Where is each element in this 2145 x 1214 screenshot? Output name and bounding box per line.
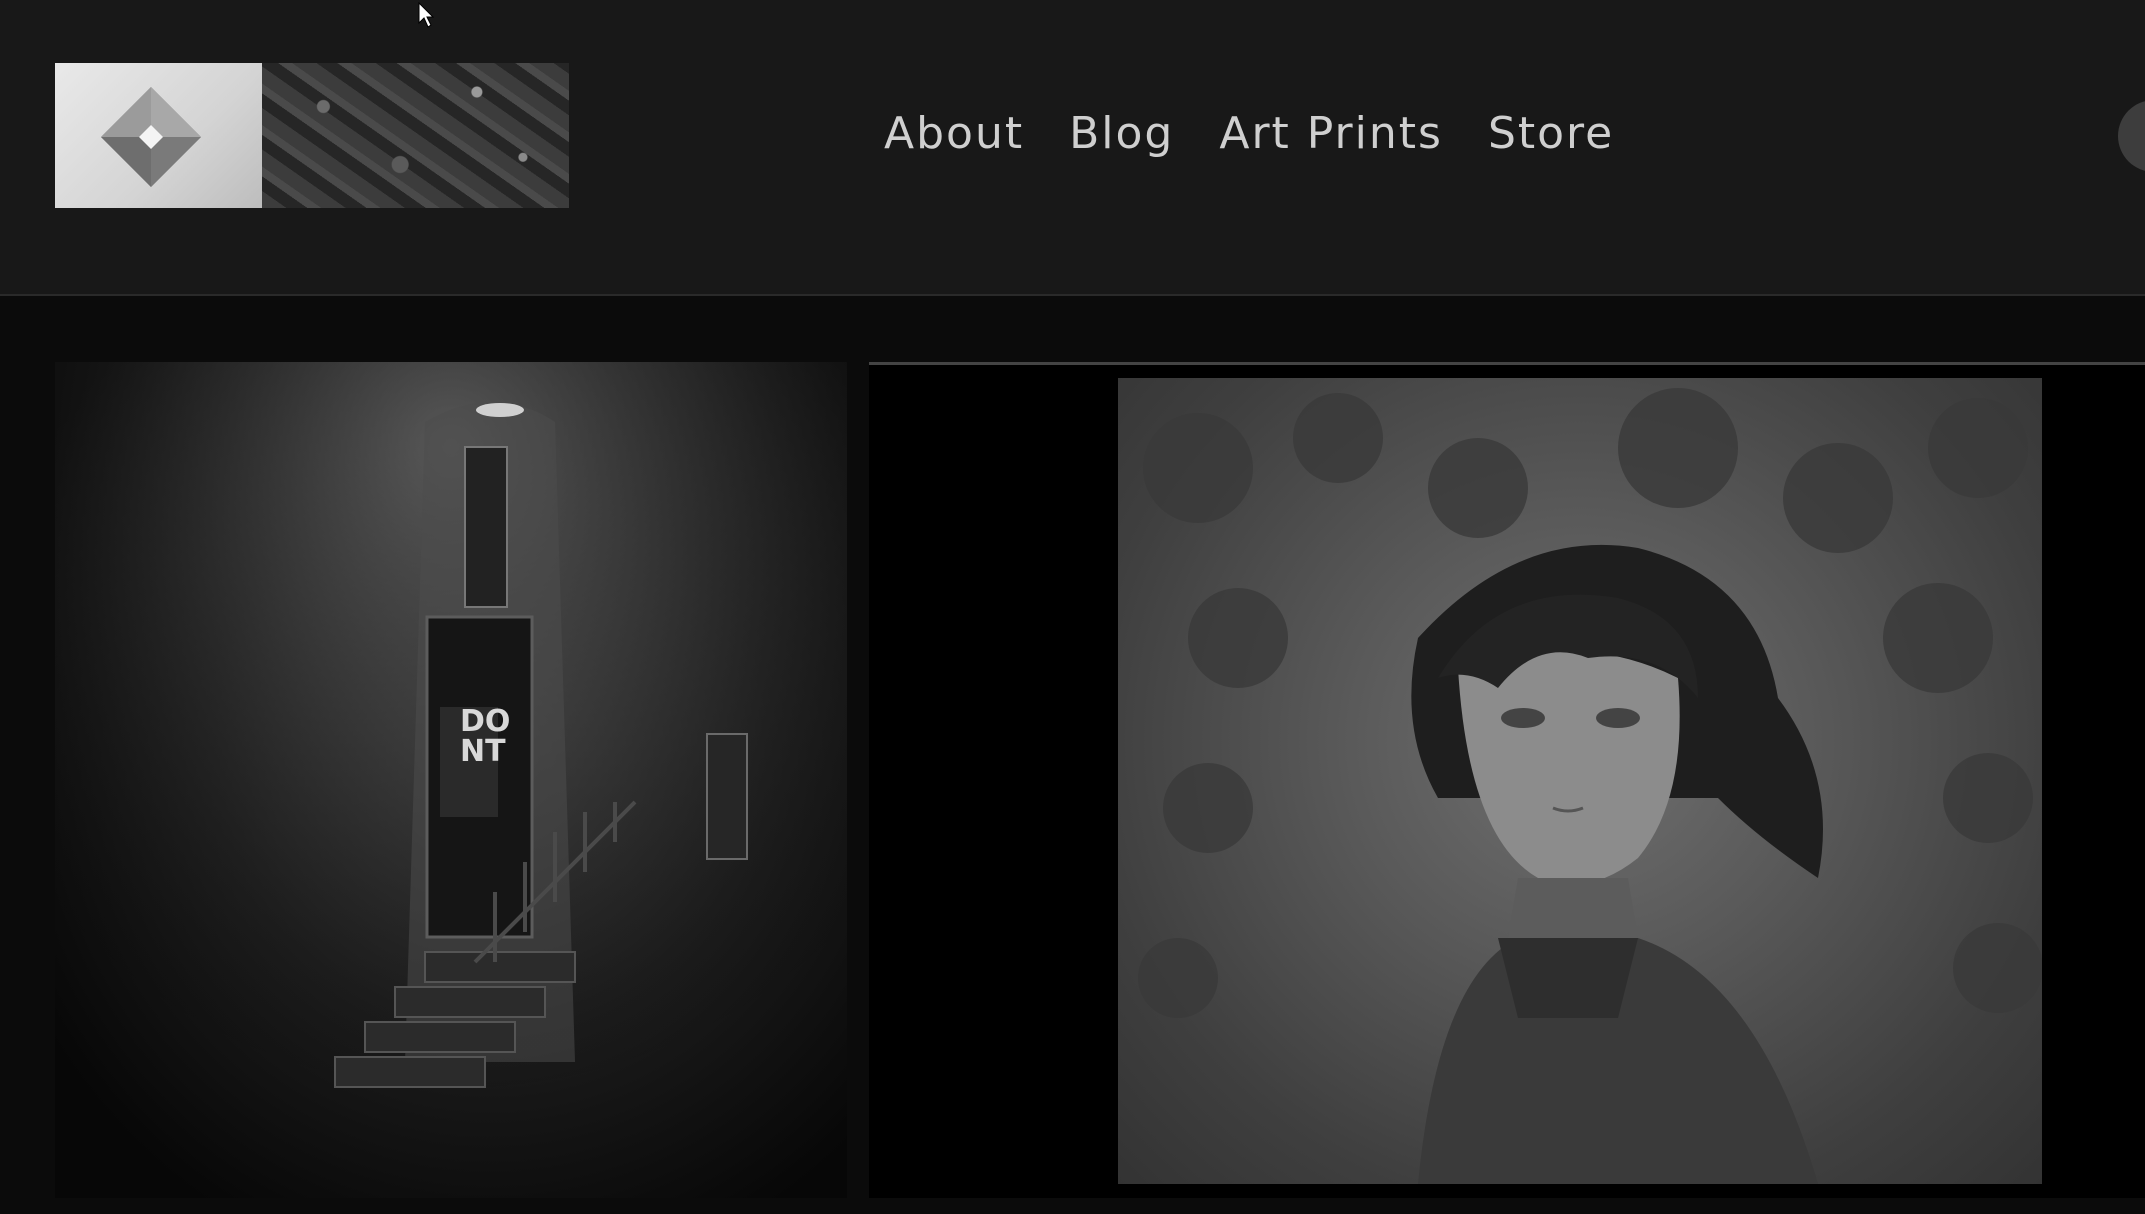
menu-toggle-button[interactable]: [2118, 100, 2145, 172]
nav-art-prints[interactable]: Art Prints: [1219, 104, 1443, 164]
site-logo[interactable]: [55, 63, 569, 208]
portrait-canvas: [1118, 378, 2042, 1184]
cursor-icon: [418, 2, 434, 28]
nav-blog[interactable]: Blog: [1069, 104, 1174, 164]
alley-door-artwork[interactable]: DO NT: [55, 362, 847, 1198]
girl-portrait-artwork[interactable]: [869, 362, 2145, 1198]
site-header: About Blog Art Prints Store: [0, 0, 2145, 296]
logo-icon: [55, 63, 262, 208]
door-sign-text: DO NT: [460, 704, 511, 769]
nav-about[interactable]: About: [884, 104, 1024, 164]
logo-texture-banner: [262, 63, 569, 208]
main-nav: About Blog Art Prints Store: [884, 104, 1614, 164]
nav-store[interactable]: Store: [1488, 104, 1614, 164]
